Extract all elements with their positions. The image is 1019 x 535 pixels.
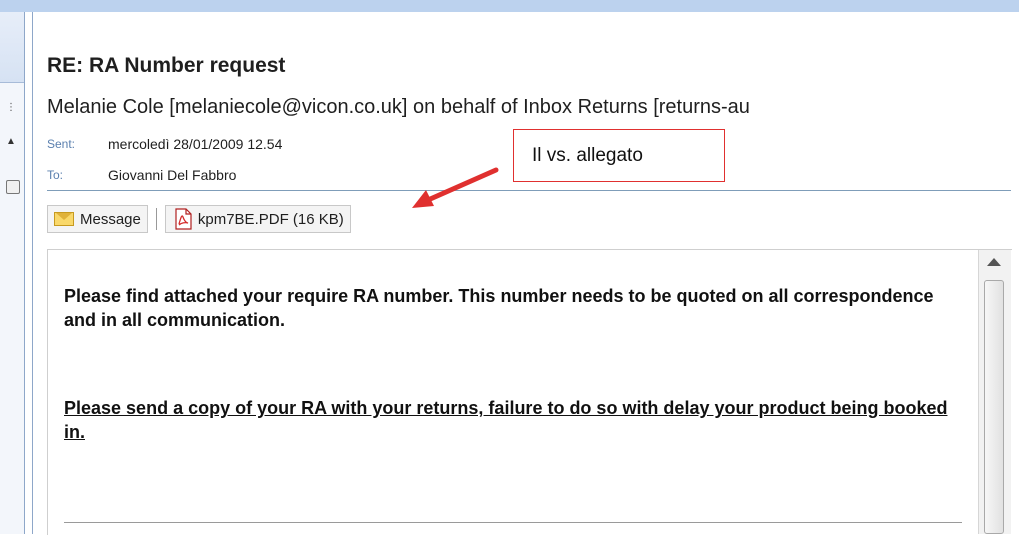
- message-from: Melanie Cole [melaniecole@vicon.co.uk] o…: [47, 96, 750, 118]
- sent-label: Sent:: [47, 137, 76, 151]
- scroll-thumb[interactable]: [984, 280, 1004, 534]
- pdf-attachment[interactable]: kpm7BE.PDF (16 KB): [164, 205, 351, 233]
- expand-arrow-icon[interactable]: ▲: [6, 136, 16, 147]
- navigation-pane-header: [0, 12, 24, 83]
- header-separator: [47, 190, 1011, 191]
- pdf-attachment-label: kpm7BE.PDF (16 KB): [197, 210, 344, 228]
- navigation-pane[interactable]: ⋮ ▲: [0, 12, 25, 534]
- sent-value: mercoledì 28/01/2009 12.54: [108, 136, 283, 152]
- annotation-arrow: [412, 167, 499, 208]
- pane-grip-icon: ⋮: [6, 102, 16, 113]
- body-scrollbar[interactable]: [978, 250, 1011, 534]
- body-divider: [64, 522, 962, 523]
- pdf-icon: [175, 208, 192, 230]
- message-tab-label: Message: [80, 210, 141, 228]
- window-top-band: [0, 0, 1019, 12]
- message-subject: RE: RA Number request: [47, 54, 286, 77]
- scroll-up-arrow-icon[interactable]: [987, 258, 1001, 266]
- body-paragraph-1: Please find attached your require RA num…: [64, 286, 934, 330]
- annotation-callout-text: Il vs. allegato: [532, 144, 643, 166]
- attachment-bar: Message kpm7BE.PDF (16 KB): [47, 205, 351, 233]
- message-tab[interactable]: Message: [47, 205, 148, 233]
- envelope-icon: [54, 212, 74, 226]
- to-label: To:: [47, 168, 64, 182]
- annotation-callout: Il vs. allegato: [513, 129, 725, 182]
- to-value[interactable]: Giovanni Del Fabbro: [108, 167, 236, 183]
- attachment-divider: [155, 208, 157, 230]
- pane-toggle-icon[interactable]: [6, 180, 20, 194]
- body-paragraph-2: Please send a copy of your RA with your …: [64, 398, 948, 442]
